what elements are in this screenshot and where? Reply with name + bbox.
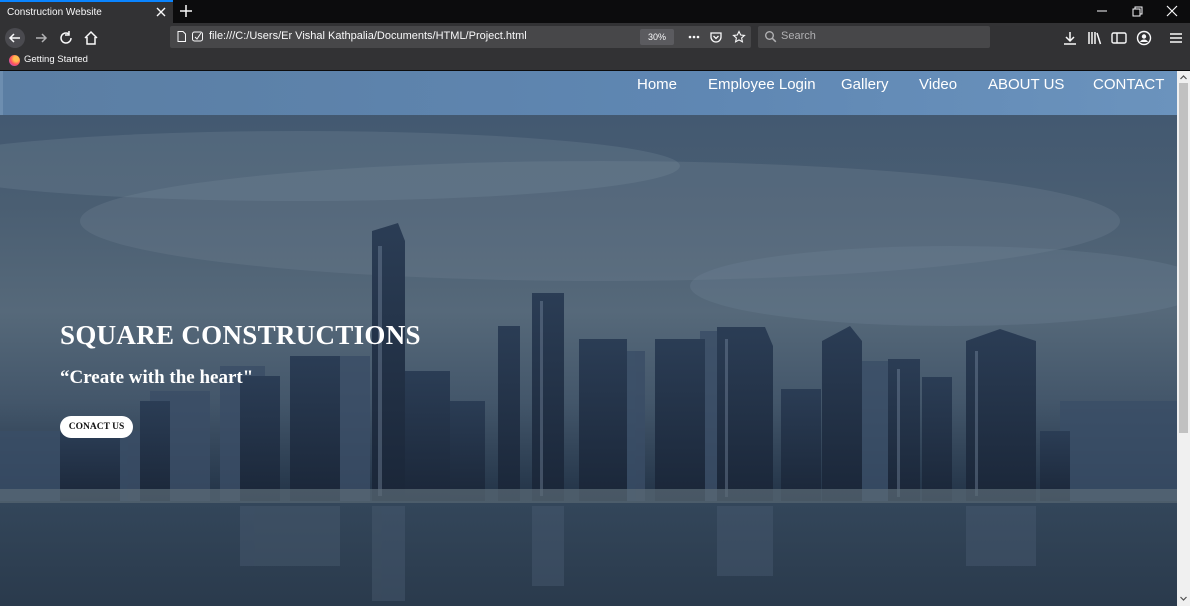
scroll-thumb[interactable]: [1179, 83, 1188, 433]
nav-contact[interactable]: CONTACT: [1093, 76, 1164, 93]
bookmark-star-icon[interactable]: [732, 30, 746, 44]
hero-title: SQUARE CONSTRUCTIONS: [60, 320, 421, 350]
sidebar-icon[interactable]: [1109, 28, 1129, 48]
scroll-up-icon[interactable]: [1179, 73, 1188, 82]
page-scrollbar[interactable]: [1177, 71, 1190, 606]
bookmarks-toolbar: Getting Started: [0, 51, 1190, 71]
permissions-icon[interactable]: [191, 30, 204, 43]
home-icon[interactable]: [81, 28, 101, 48]
downloads-icon[interactable]: [1060, 28, 1080, 48]
bookmark-label: Getting Started: [24, 54, 88, 65]
nav-employee-login[interactable]: Employee Login: [708, 76, 816, 93]
close-tab-icon[interactable]: [154, 5, 168, 19]
pocket-icon[interactable]: [709, 30, 723, 44]
page-actions-icon[interactable]: [687, 30, 701, 44]
tab-strip: Construction Website: [0, 0, 1190, 23]
account-icon[interactable]: [1134, 28, 1154, 48]
nav-home[interactable]: Home: [637, 76, 677, 93]
page-icon: [177, 31, 186, 42]
library-icon[interactable]: [1085, 28, 1105, 48]
site-header: Home Employee Login Gallery Video ABOUT …: [0, 71, 1177, 115]
close-window-icon[interactable]: [1164, 3, 1180, 19]
restore-icon[interactable]: [1129, 3, 1145, 19]
nav-about-us[interactable]: ABOUT US: [988, 76, 1064, 93]
page-viewport: Home Employee Login Gallery Video ABOUT …: [0, 71, 1177, 606]
tab-title: Construction Website: [7, 7, 102, 18]
nav-toolbar: file:///C:/Users/Er Vishal Kathpalia/Doc…: [0, 23, 1190, 51]
tab-active[interactable]: Construction Website: [0, 0, 173, 23]
minimize-icon[interactable]: [1094, 3, 1110, 19]
nav-video[interactable]: Video: [919, 76, 957, 93]
url-text: file:///C:/Users/Er Vishal Kathpalia/Doc…: [209, 30, 527, 42]
back-button[interactable]: [5, 28, 25, 48]
search-placeholder: Search: [781, 30, 816, 42]
back-arrow-icon: [8, 33, 20, 43]
new-tab-icon[interactable]: [178, 3, 194, 19]
contact-us-button[interactable]: CONACT US: [60, 416, 133, 438]
firefox-icon: [9, 55, 20, 66]
hero-subtitle: “Create with the heart": [60, 367, 254, 388]
reload-icon[interactable]: [56, 28, 76, 48]
zoom-indicator[interactable]: 30%: [640, 29, 674, 45]
search-icon: [765, 31, 777, 43]
menu-icon[interactable]: [1166, 28, 1186, 48]
url-bar[interactable]: file:///C:/Users/Er Vishal Kathpalia/Doc…: [170, 26, 751, 48]
nav-gallery[interactable]: Gallery: [841, 76, 889, 93]
forward-icon[interactable]: [31, 28, 51, 48]
search-bar[interactable]: Search: [758, 26, 990, 48]
scroll-down-icon[interactable]: [1179, 594, 1188, 603]
